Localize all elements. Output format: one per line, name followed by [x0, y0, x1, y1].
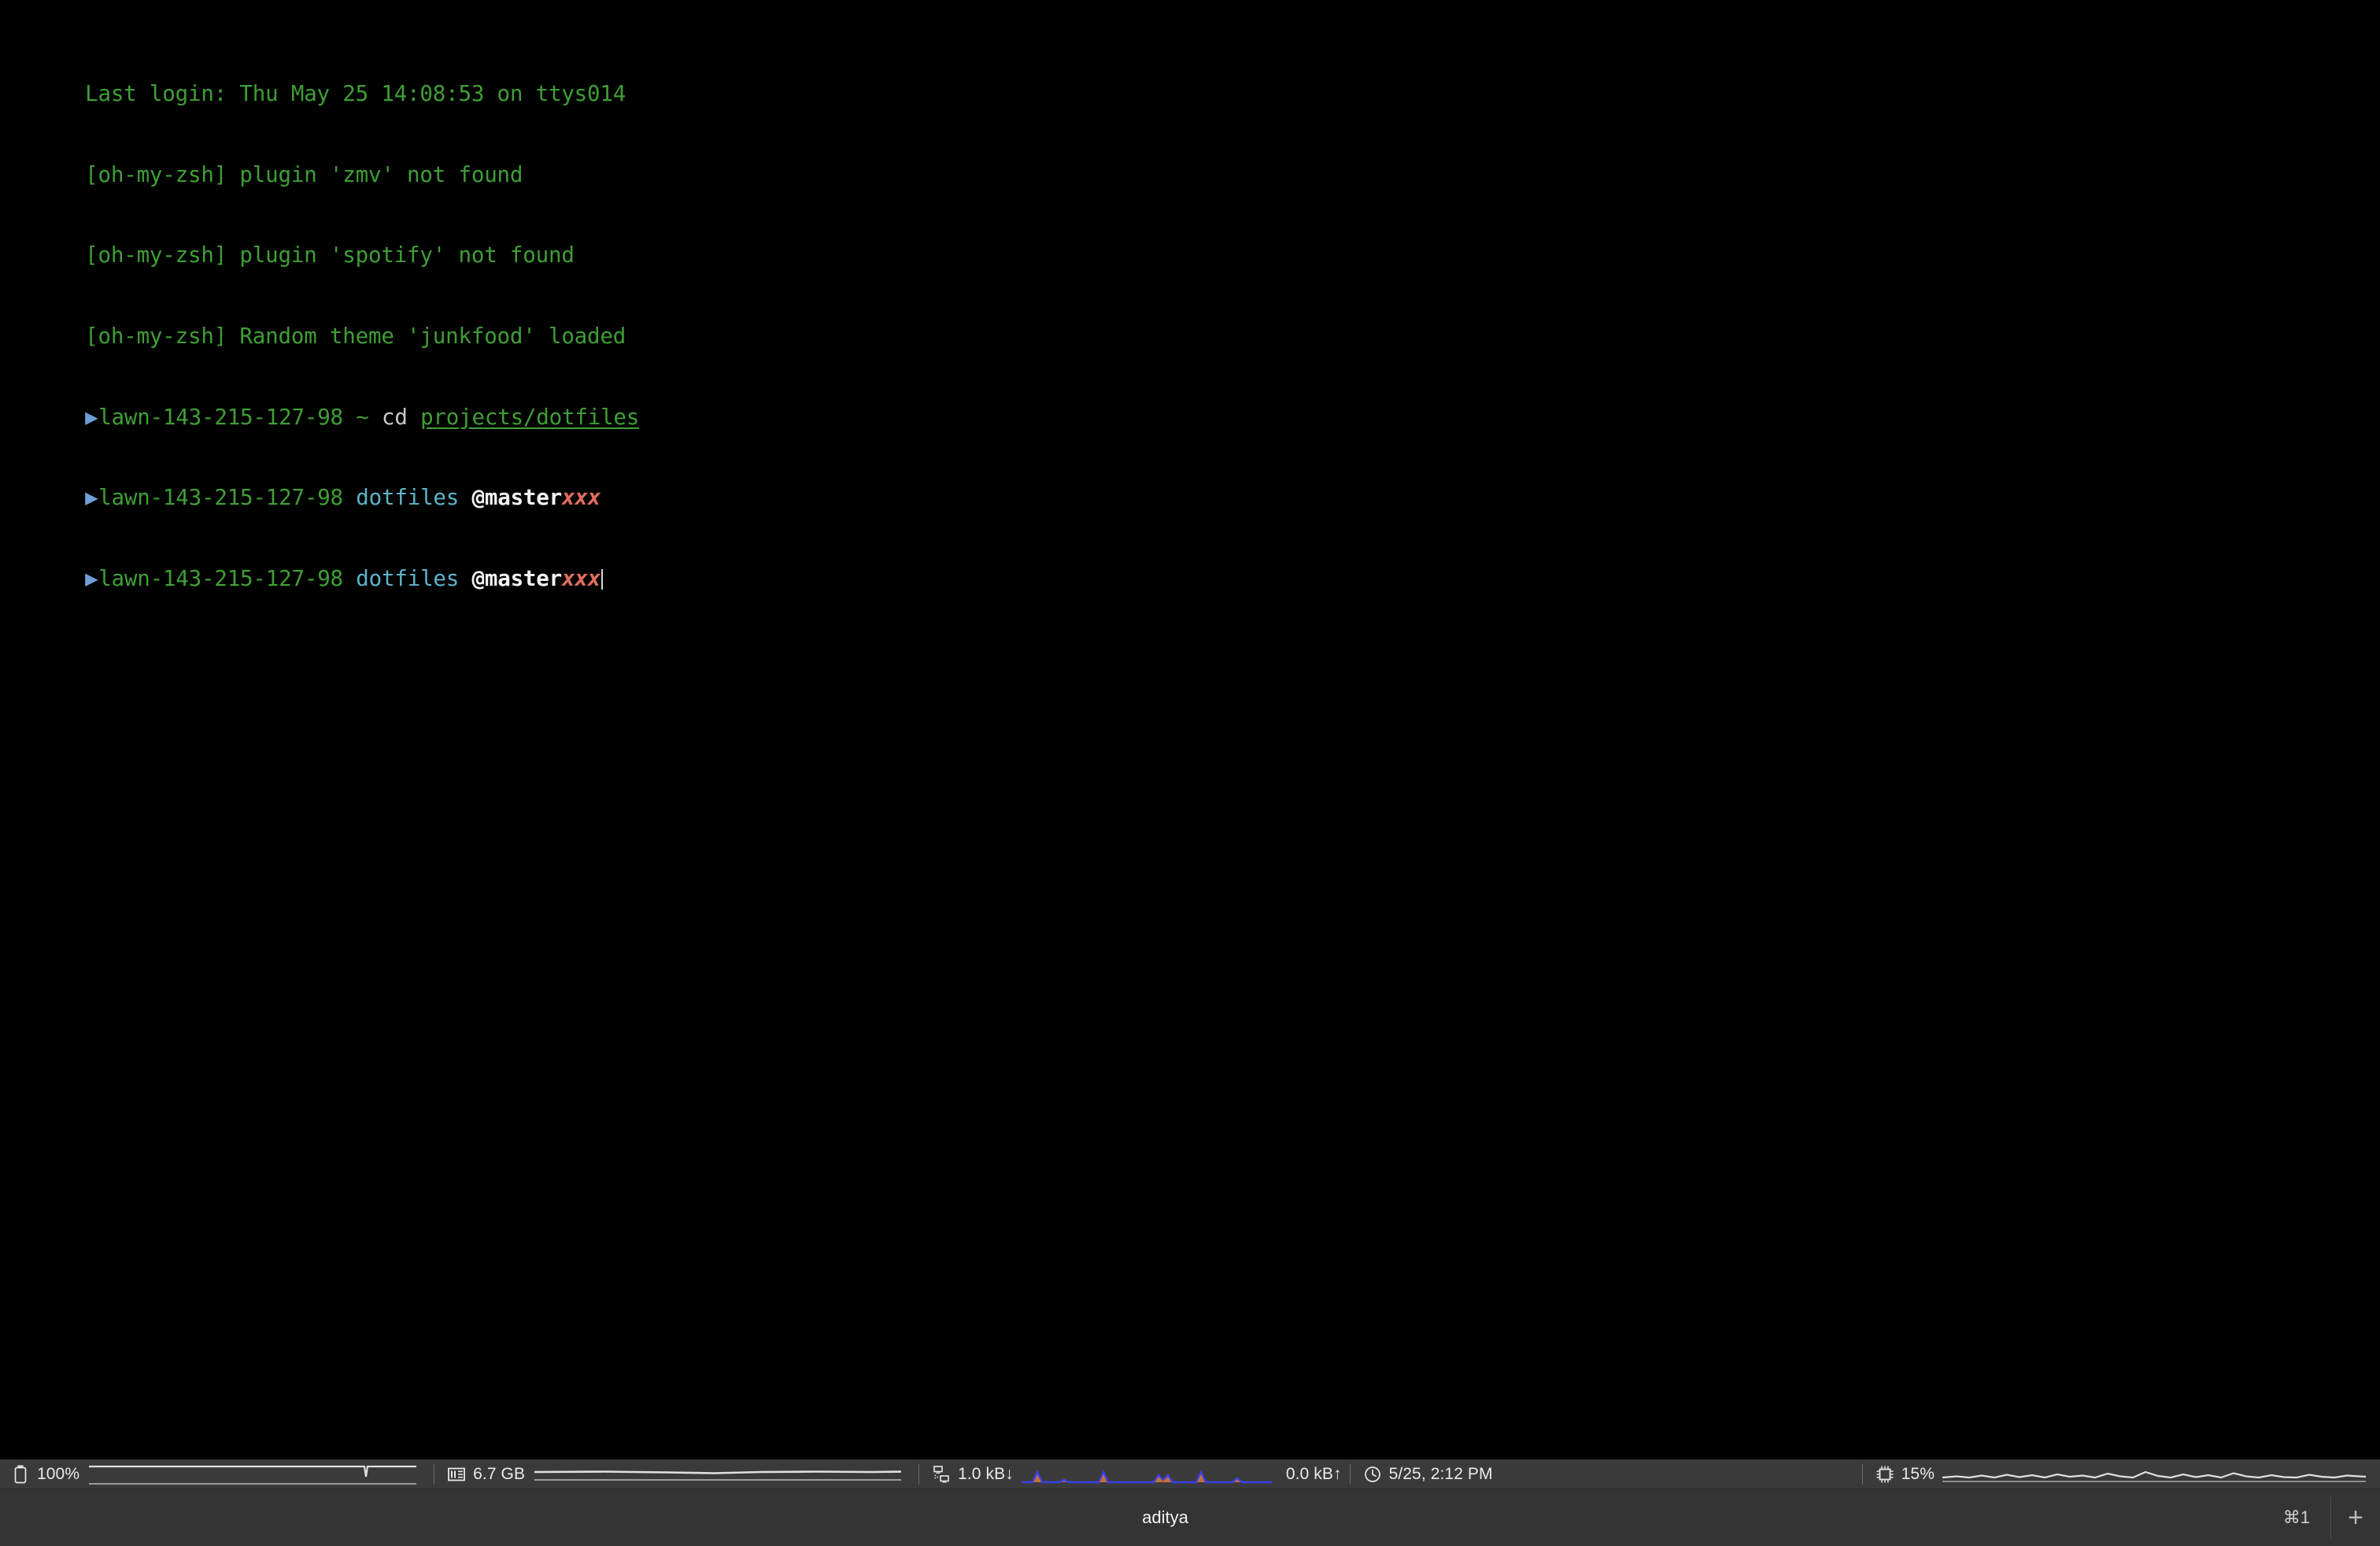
prompt-directory: dotfiles [356, 485, 460, 511]
text-cursor [601, 568, 604, 590]
terminal-prompt-line-1: ▶lawn-143-215-127-98 ~ cd projects/dotfi… [8, 376, 2380, 457]
terminal-line-theme: [oh-my-zsh] Random theme 'junkfood' load… [8, 296, 2380, 377]
command-path-link[interactable]: projects/dotfiles [420, 405, 639, 430]
battery-graph [89, 1465, 417, 1485]
cpu-icon [1876, 1464, 1894, 1485]
status-battery[interactable]: 100% [0, 1459, 79, 1489]
prompt-host: lawn-143-215-127-98 [98, 485, 343, 511]
network-icon [932, 1464, 951, 1485]
terminal-line-text: [oh-my-zsh] plugin 'spotify' not found [85, 242, 575, 268]
terminal-prompt-line-active[interactable]: ▶lawn-143-215-127-98 dotfiles @masterxxx [8, 538, 2380, 620]
prompt-host: lawn-143-215-127-98 [98, 565, 343, 591]
memory-chip-icon [447, 1464, 466, 1485]
clock-icon [1363, 1464, 1382, 1485]
network-upload-value: 0.0 kB↑ [1285, 1465, 1342, 1483]
terminal-line-text: Last login: Thu May 25 14:08:53 on ttys0… [85, 81, 626, 107]
tab-title-label: aditya [1142, 1507, 1188, 1527]
status-memory[interactable]: 6.7 GB [436, 1459, 525, 1489]
terminal-line-login: Last login: Thu May 25 14:08:53 on ttys0… [8, 54, 2380, 135]
status-clock[interactable]: 5/25, 2:12 PM [1352, 1459, 1493, 1489]
clock-value: 5/25, 2:12 PM [1388, 1465, 1493, 1483]
prompt-space-2 [369, 405, 382, 430]
terminal-line-text: [oh-my-zsh] plugin 'zmv' not found [85, 161, 523, 187]
terminal-scrollback[interactable]: Last login: Thu May 25 14:08:53 on ttys0… [0, 0, 2380, 1459]
tab-aditya[interactable]: aditya ⌘1 [0, 1489, 2330, 1546]
terminal-line-plugin-zmv: [oh-my-zsh] plugin 'zmv' not found [8, 135, 2380, 216]
terminal-window: Last login: Thu May 25 14:08:53 on ttys0… [0, 0, 2380, 1546]
plus-icon: + [2348, 1503, 2363, 1533]
terminal-line-text: [oh-my-zsh] Random theme 'junkfood' load… [85, 324, 626, 350]
prompt-arrow-icon: ▶ [85, 565, 98, 591]
status-network-upload[interactable]: 0.0 kB↑ [1281, 1459, 1342, 1489]
terminal-line-plugin-spotify: [oh-my-zsh] plugin 'spotify' not found [8, 215, 2380, 296]
prompt-arrow-icon: ▶ [85, 404, 98, 430]
cpu-graph [1942, 1470, 2367, 1482]
memory-graph [534, 1470, 902, 1481]
git-status-label: xxx [562, 485, 601, 511]
new-tab-button[interactable]: + [2331, 1489, 2380, 1546]
prompt-host: lawn-143-215-127-98 [98, 404, 343, 430]
status-divider-3 [1349, 1464, 1351, 1485]
prompt-arrow-icon: ▶ [85, 485, 98, 511]
command-text: cd [382, 404, 421, 430]
battery-icon [11, 1464, 30, 1485]
prompt-space-2 [459, 485, 471, 510]
status-cpu[interactable]: 15% [1864, 1459, 1935, 1489]
tab-bar: aditya ⌘1 + [0, 1489, 2380, 1546]
battery-value: 100% [37, 1465, 80, 1483]
cpu-value: 15% [1901, 1465, 1935, 1483]
tab-shortcut-badge: ⌘1 [2282, 1507, 2310, 1527]
status-divider-4 [1861, 1464, 1863, 1485]
status-network[interactable]: 1.0 kB↓ [921, 1459, 1014, 1489]
status-divider-2 [918, 1464, 920, 1485]
git-branch-label: @master [471, 565, 563, 591]
terminal-prompt-line-2: ▶lawn-143-215-127-98 dotfiles @masterxxx [8, 457, 2380, 538]
git-status-label: xxx [562, 565, 601, 591]
git-branch-label: @master [471, 485, 563, 511]
network-graph [1021, 1470, 1272, 1484]
prompt-space-2 [459, 566, 471, 591]
network-download-value: 1.0 kB↓ [958, 1465, 1014, 1483]
status-bar: 100% 6.7 GB 1.0 kB↓ 0.0 kB↑ 5/25, 2:12 P… [0, 1459, 2380, 1489]
prompt-directory: dotfiles [356, 565, 460, 591]
memory-value: 6.7 GB [473, 1465, 526, 1483]
prompt-directory: ~ [356, 404, 369, 430]
